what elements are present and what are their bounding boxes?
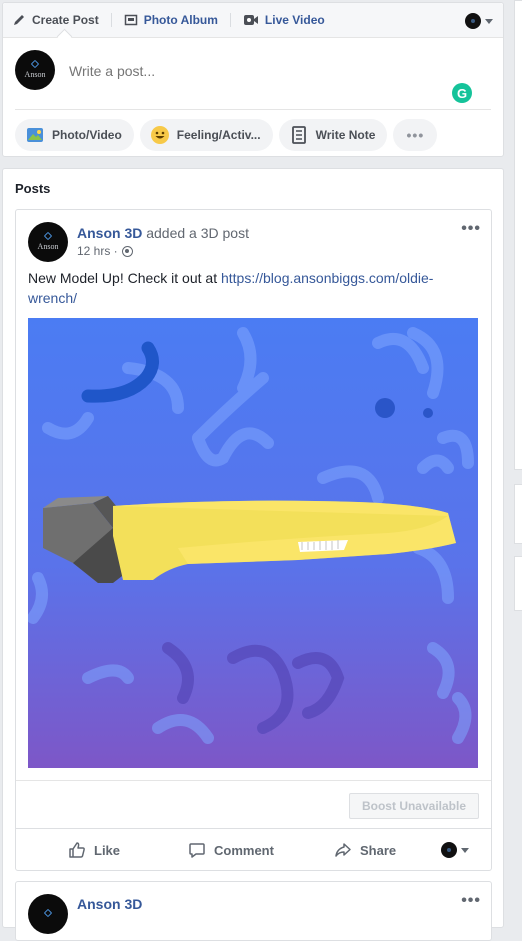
- boost-row: Boost Unavailable: [16, 780, 491, 828]
- more-options-button[interactable]: •••: [393, 119, 438, 151]
- post-input[interactable]: [67, 62, 447, 80]
- posts-section: Posts Anson Anson 3D added a 3D post 12 …: [2, 168, 504, 941]
- chevron-down-icon: [461, 847, 469, 853]
- tab-photo-album-label: Photo Album: [143, 13, 218, 27]
- post-header: Anson 3D added a 3D post: [77, 225, 249, 241]
- tab-photo-album[interactable]: Photo Album: [124, 13, 218, 27]
- pencil-icon: [14, 15, 24, 25]
- logo-mark: [43, 908, 53, 917]
- write-note-button[interactable]: Write Note: [278, 119, 388, 151]
- write-note-label: Write Note: [315, 128, 376, 142]
- post-text-body: New Model Up! Check it out at: [28, 270, 221, 286]
- avatar-text: Anson: [37, 242, 59, 251]
- share-button[interactable]: Share: [334, 841, 396, 859]
- section-title: Posts: [15, 181, 51, 196]
- comment-icon: [189, 843, 205, 858]
- composer-actions: Photo/Video Feeling/Activ... Write Note …: [15, 109, 491, 151]
- comment-button[interactable]: Comment: [188, 841, 274, 859]
- feeling-activity-button[interactable]: Feeling/Activ...: [139, 119, 273, 151]
- post-options-button[interactable]: •••: [461, 892, 481, 910]
- tab-create-post[interactable]: Create Post: [12, 13, 99, 27]
- wrench-model-image: [28, 318, 478, 768]
- post-author[interactable]: Anson 3D: [77, 225, 142, 241]
- globe-icon: [121, 245, 133, 257]
- tab-live-video-label: Live Video: [264, 13, 325, 27]
- post-author[interactable]: Anson 3D: [77, 896, 142, 912]
- post-text: New Model Up! Check it out at https://bl…: [28, 268, 468, 308]
- feeling-activity-label: Feeling/Activ...: [176, 128, 261, 142]
- share-label: Share: [360, 842, 397, 858]
- tab-live-video[interactable]: Live Video: [243, 13, 325, 27]
- avatar: [441, 842, 457, 858]
- thumbs-up-icon: [69, 842, 85, 858]
- post-action: added a 3D post: [146, 225, 249, 241]
- photo-video-button[interactable]: Photo/Video: [15, 119, 134, 151]
- composer-body: Anson G: [3, 38, 503, 110]
- video-camera-icon: [243, 15, 258, 25]
- avatar[interactable]: [28, 894, 68, 934]
- reaction-bar: Like Comment Share: [16, 828, 491, 870]
- boost-button[interactable]: Boost Unavailable: [349, 793, 479, 819]
- photo-icon: [27, 128, 43, 142]
- avatar[interactable]: Anson: [28, 222, 68, 262]
- avatar-text: Anson: [24, 70, 46, 79]
- composer-tabs: Create Post Photo Album Live Video: [3, 3, 503, 38]
- post-time[interactable]: 12 hrs ·: [77, 244, 118, 258]
- like-label: Like: [94, 842, 121, 858]
- post-composer: Create Post Photo Album Live Video Anson…: [2, 2, 504, 157]
- note-icon: [291, 126, 306, 144]
- audience-selector[interactable]: [441, 842, 469, 858]
- post-3d-model-image[interactable]: [28, 318, 478, 768]
- audience-selector[interactable]: [465, 13, 493, 29]
- album-icon: [124, 14, 137, 26]
- post: Anson 3D •••: [15, 881, 492, 941]
- like-button[interactable]: Like: [68, 841, 120, 859]
- photo-video-label: Photo/Video: [52, 128, 122, 142]
- post-options-button[interactable]: •••: [461, 220, 481, 238]
- tab-create-post-label: Create Post: [32, 13, 99, 27]
- post-meta: 12 hrs ·: [77, 244, 133, 258]
- post: Anson Anson 3D added a 3D post 12 hrs · …: [15, 209, 492, 871]
- logo-mark: [30, 59, 40, 69]
- right-column-edge: [514, 0, 522, 904]
- comment-label: Comment: [214, 842, 274, 858]
- share-icon: [335, 843, 351, 857]
- smiley-icon: [150, 126, 169, 144]
- avatar: [465, 13, 481, 29]
- logo-mark: [43, 231, 53, 241]
- grammarly-icon[interactable]: G: [452, 83, 472, 103]
- avatar[interactable]: Anson: [15, 50, 55, 90]
- chevron-down-icon: [485, 18, 493, 24]
- more-icon: •••: [406, 127, 425, 143]
